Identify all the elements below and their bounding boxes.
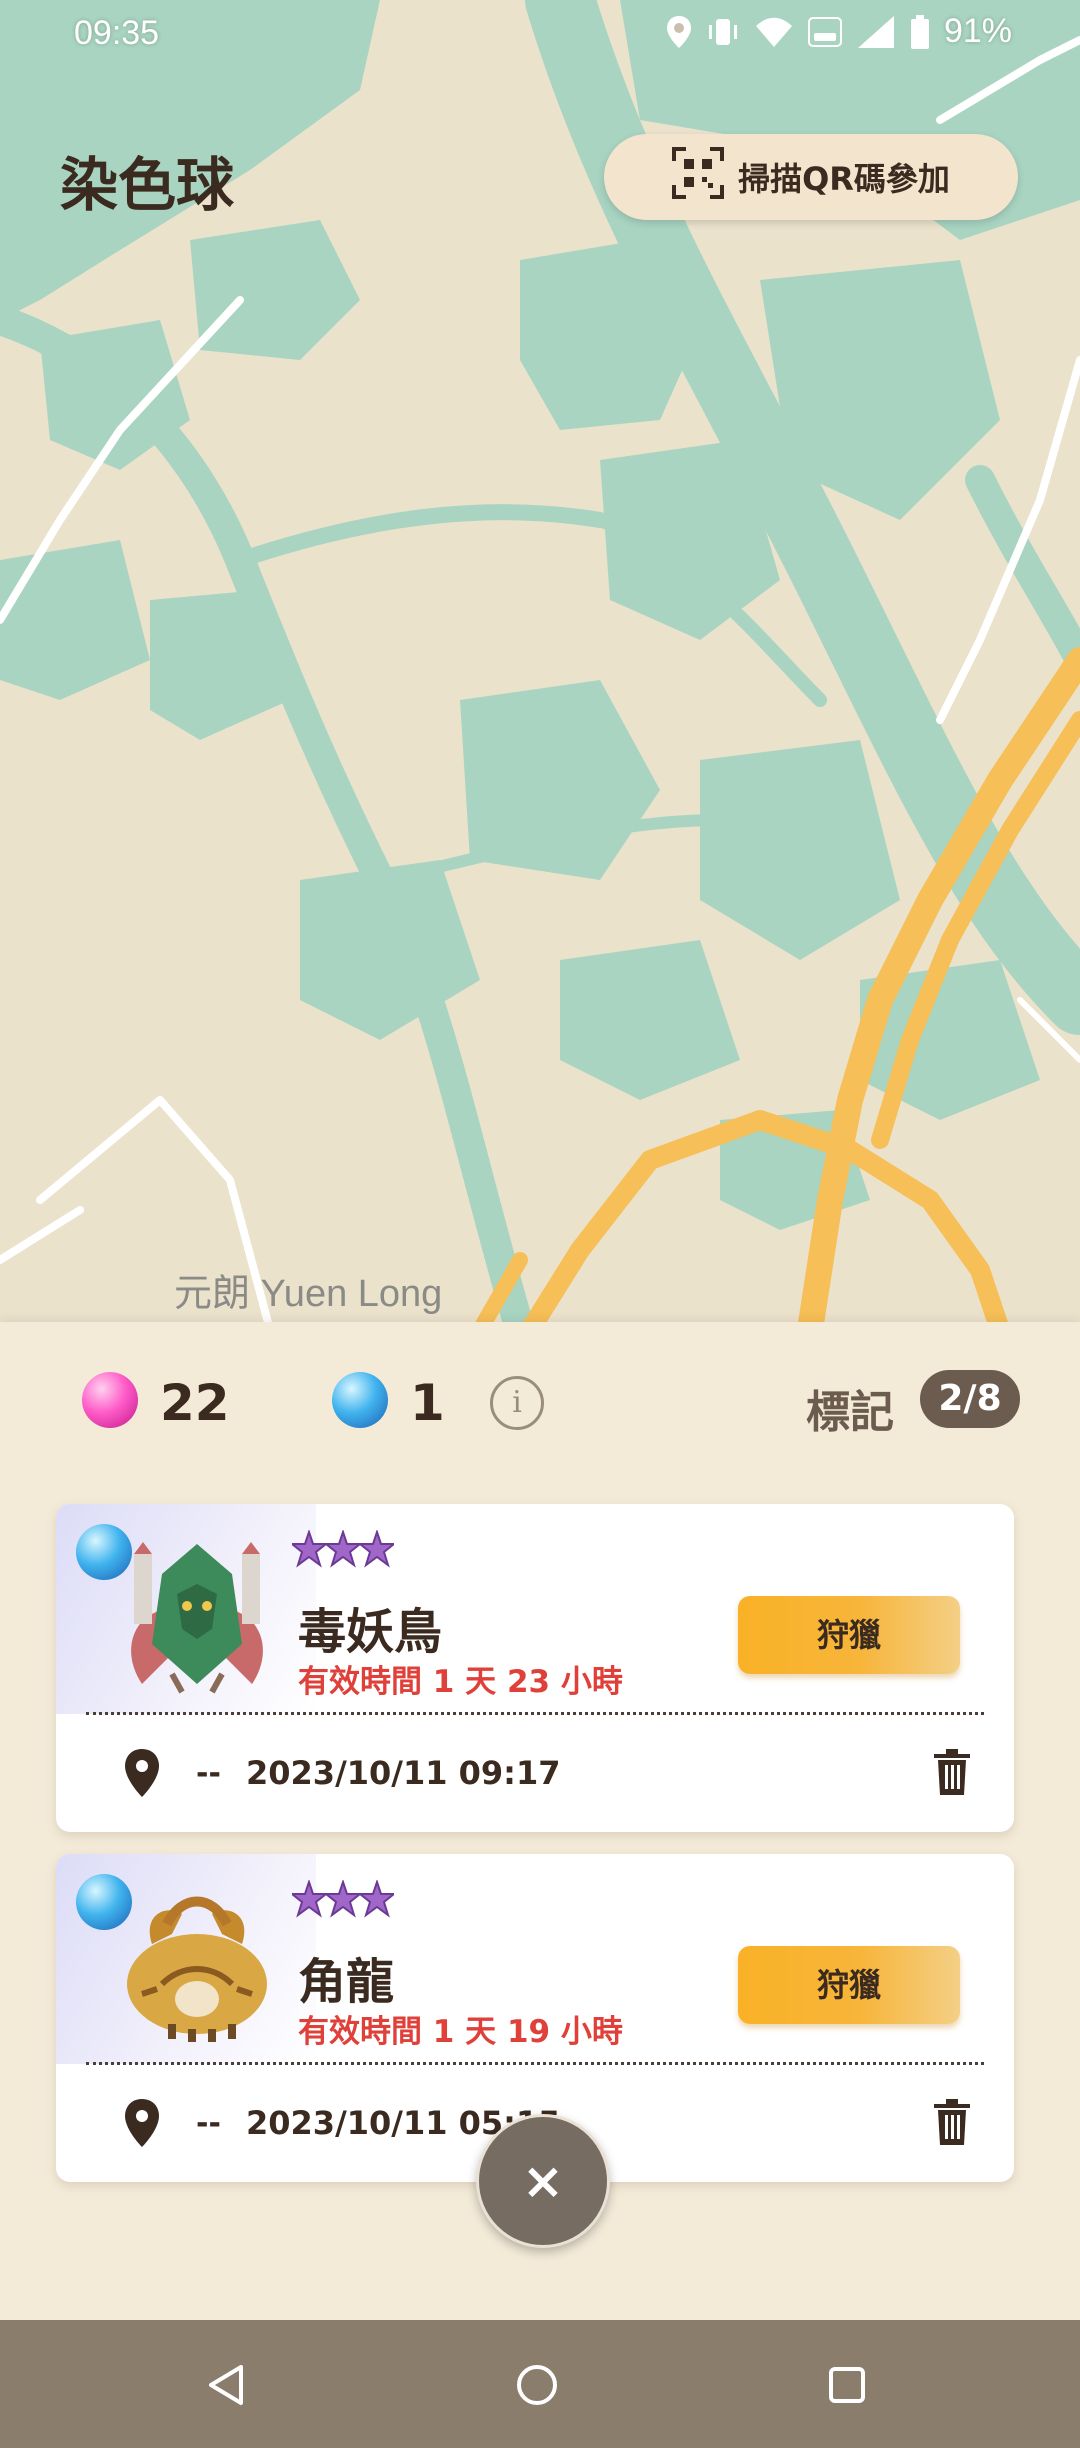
location-icon: [666, 15, 692, 49]
card-datetime: 2023/10/11 09:17: [246, 1754, 561, 1792]
system-nav-bar: [0, 2320, 1080, 2448]
close-icon: ×: [522, 2152, 564, 2210]
page-title: 染色球: [60, 151, 235, 219]
status-icons: 91%: [666, 12, 1012, 51]
rating-stars: [292, 1880, 394, 1926]
monster-name: 毒妖鳥: [298, 1604, 443, 1660]
vibrate-icon: [706, 17, 740, 47]
trash-icon[interactable]: [932, 2098, 972, 2150]
marks-count-badge: 2/8: [920, 1370, 1020, 1428]
rating-stars: [292, 1530, 394, 1576]
hunt-button[interactable]: 狩獵: [738, 1946, 960, 2024]
hunt-button[interactable]: 狩獵: [738, 1596, 960, 1674]
qr-code-icon: [672, 147, 725, 207]
pink-orb-icon: [82, 1372, 138, 1428]
volte-icon: [807, 16, 842, 47]
blue-orb-count: 1: [410, 1374, 445, 1432]
validity-text: 有效時間 1 天 23 小時: [298, 1664, 623, 1700]
wifi-icon: [754, 16, 794, 48]
map-place-label: 元朗 Yuen Long: [174, 1273, 443, 1315]
validity-text: 有效時間 1 天 19 小時: [298, 2014, 623, 2050]
pukei-pukei-icon: [131, 1542, 263, 1694]
info-icon[interactable]: i: [490, 1376, 544, 1430]
scan-qr-button[interactable]: 掃描QR碼參加: [604, 134, 1018, 220]
trash-icon[interactable]: [932, 1748, 972, 1800]
card-divider: [86, 1712, 984, 1715]
close-button[interactable]: ×: [476, 2114, 610, 2248]
marks-label: 標記: [806, 1387, 894, 1438]
location-pin-icon: [124, 2098, 160, 2152]
diablos-icon: [127, 1896, 267, 2042]
location-value: --: [196, 1756, 221, 1791]
location-value: --: [196, 2106, 221, 2141]
back-nav-button[interactable]: [190, 2350, 260, 2420]
location-pin-icon: [124, 1748, 160, 1802]
scan-qr-label: 掃描QR碼參加: [738, 160, 950, 198]
battery-icon: [910, 14, 930, 49]
monster-name: 角龍: [298, 1954, 395, 2010]
pink-orb-count: 22: [160, 1374, 230, 1432]
counters-row: 22 1 i 標記 2/8: [0, 1322, 1080, 1472]
status-bar: 09:35 91%: [0, 0, 1080, 70]
battery-percent: 91%: [943, 12, 1012, 50]
home-nav-button[interactable]: [502, 2350, 572, 2420]
card-divider: [86, 2062, 984, 2065]
signal-icon: [856, 15, 896, 49]
blue-orb-icon: [332, 1372, 388, 1428]
status-time: 09:35: [74, 14, 160, 52]
monster-card[interactable]: 毒妖鳥 有效時間 1 天 23 小時 狩獵 -- 2023/10/11 09:1…: [56, 1504, 1014, 1832]
recents-nav-button[interactable]: [812, 2350, 882, 2420]
